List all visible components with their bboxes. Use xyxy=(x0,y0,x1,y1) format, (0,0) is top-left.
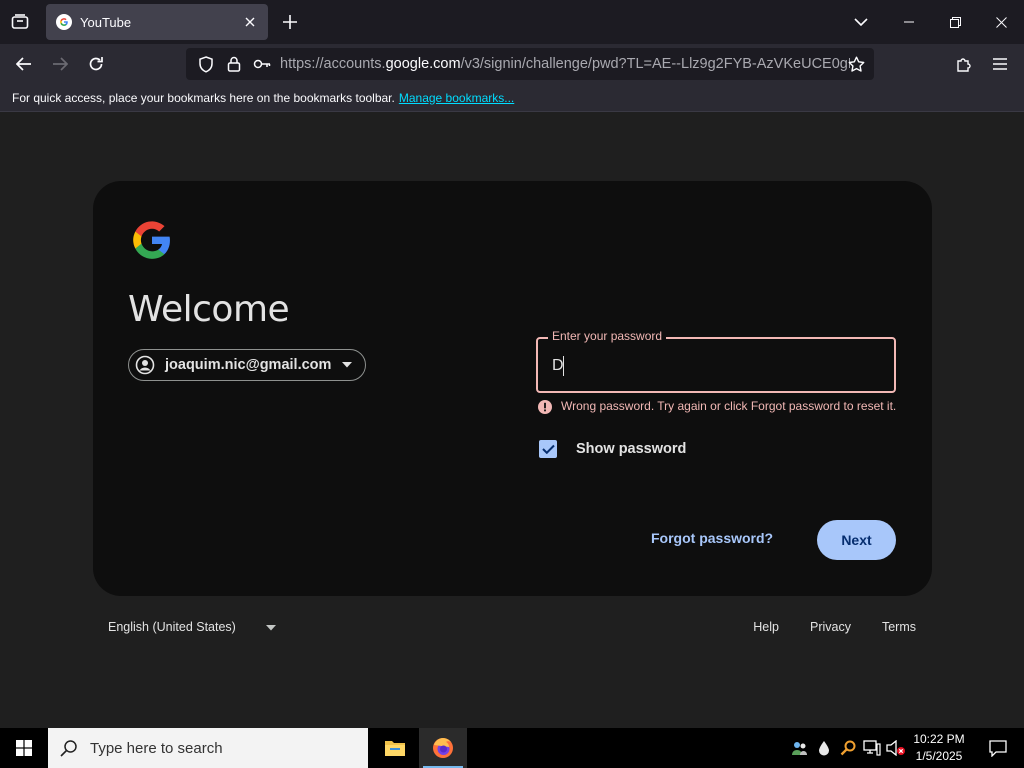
show-password-checkbox[interactable] xyxy=(539,440,557,458)
caret-down-icon xyxy=(265,620,276,634)
url-prefix: https://accounts. xyxy=(280,56,386,72)
bookmarks-toolbar: For quick access, place your bookmarks h… xyxy=(0,84,1024,112)
tab-title: YouTube xyxy=(80,14,132,30)
signin-card: Welcome joaquim.nic@gmail.com Enter your… xyxy=(93,181,932,596)
error-text: Wrong password. Try again or click Forgo… xyxy=(561,399,897,413)
taskbar-search-box[interactable]: Type here to search xyxy=(48,728,368,768)
chevron-down-icon xyxy=(854,18,868,26)
key-icon[interactable] xyxy=(250,52,274,76)
url-host: google.com xyxy=(385,56,461,72)
account-chooser-chip[interactable]: joaquim.nic@gmail.com xyxy=(128,349,367,381)
search-magnifier-icon[interactable] xyxy=(836,728,860,768)
tracking-protection-shield-icon[interactable] xyxy=(194,52,218,76)
forward-button[interactable] xyxy=(46,50,74,78)
minimize-icon xyxy=(904,21,914,23)
app-menu-button[interactable] xyxy=(986,50,1014,78)
people-app-icon[interactable] xyxy=(788,728,812,768)
reload-icon xyxy=(89,57,103,71)
close-icon xyxy=(995,16,1007,28)
network-icon[interactable] xyxy=(860,728,884,768)
hamburger-menu-icon xyxy=(993,58,1007,70)
lock-icon[interactable] xyxy=(222,52,246,76)
browser-tab-bar: YouTube xyxy=(0,0,1024,44)
windows-logo-icon xyxy=(16,740,32,756)
close-tab-icon[interactable] xyxy=(240,12,260,32)
tab-overview-icon xyxy=(11,14,29,29)
plus-icon xyxy=(283,15,297,29)
tab-list-button[interactable] xyxy=(8,10,32,34)
error-icon xyxy=(538,400,552,414)
url-path: /v3/signin/challenge/pwd?TL=AE--Llz9g2FY… xyxy=(460,56,850,72)
google-g-icon xyxy=(56,14,72,30)
page-title: Welcome xyxy=(128,289,290,330)
taskbar-file-explorer[interactable] xyxy=(371,728,419,768)
account-circle-icon xyxy=(135,355,155,375)
close-window-button[interactable] xyxy=(978,0,1024,44)
bookmarks-message: For quick access, place your bookmarks h… xyxy=(12,90,395,105)
system-tray xyxy=(788,728,908,768)
forgot-password-link[interactable]: Forgot password? xyxy=(651,530,773,546)
action-center-button[interactable] xyxy=(978,728,1018,768)
navigation-toolbar: https://accounts.google.com/v3/signin/ch… xyxy=(0,44,1024,84)
footer-links: Help Privacy Terms xyxy=(722,620,916,634)
account-email: joaquim.nic@gmail.com xyxy=(165,357,332,373)
language-label: English (United States) xyxy=(108,620,236,634)
google-logo-icon xyxy=(131,219,173,261)
manage-bookmarks-link[interactable]: Manage bookmarks... xyxy=(399,91,514,105)
password-input[interactable] xyxy=(552,353,872,379)
footer-link-help[interactable]: Help xyxy=(753,620,779,634)
show-password-option[interactable]: Show password xyxy=(539,440,686,458)
checkmark-icon xyxy=(541,444,555,454)
footer-link-terms[interactable]: Terms xyxy=(882,620,916,634)
password-field[interactable]: Enter your password xyxy=(536,329,896,393)
water-drop-icon[interactable] xyxy=(812,728,836,768)
back-button[interactable] xyxy=(10,50,38,78)
next-button[interactable]: Next xyxy=(817,520,896,560)
restore-button[interactable] xyxy=(932,0,978,44)
caret-down-icon xyxy=(341,362,353,368)
password-field-label: Enter your password xyxy=(548,329,667,343)
language-selector[interactable]: English (United States) xyxy=(108,620,276,634)
arrow-left-icon xyxy=(16,57,31,71)
taskbar-firefox[interactable] xyxy=(419,728,467,768)
search-icon xyxy=(60,740,77,757)
reload-button[interactable] xyxy=(82,50,110,78)
firefox-icon xyxy=(433,738,453,758)
footer-link-privacy[interactable]: Privacy xyxy=(810,620,851,634)
url-text: https://accounts.google.com/v3/signin/ch… xyxy=(280,56,850,72)
taskbar-clock[interactable]: 10:22 PM 1/5/2025 xyxy=(904,731,974,765)
puzzle-piece-icon xyxy=(957,58,971,72)
minimize-button[interactable] xyxy=(886,0,932,44)
address-bar[interactable]: https://accounts.google.com/v3/signin/ch… xyxy=(186,48,874,80)
extensions-button[interactable] xyxy=(950,50,978,78)
taskbar-search-placeholder: Type here to search xyxy=(90,739,223,757)
password-error-message: Wrong password. Try again or click Forgo… xyxy=(537,398,897,415)
restore-icon xyxy=(949,16,961,28)
list-all-tabs-button[interactable] xyxy=(848,0,874,44)
bookmark-star-icon[interactable] xyxy=(844,52,868,76)
arrow-right-icon xyxy=(53,57,68,71)
text-cursor xyxy=(563,356,564,376)
show-password-label[interactable]: Show password xyxy=(576,441,686,457)
clock-time: 10:22 PM xyxy=(913,732,965,746)
new-tab-button[interactable] xyxy=(278,10,302,34)
start-button[interactable] xyxy=(0,728,48,768)
clock-date: 1/5/2025 xyxy=(915,749,963,763)
folder-icon xyxy=(385,741,405,756)
tab-youtube[interactable]: YouTube xyxy=(46,4,268,40)
windows-taskbar: Type here to search 10:22 PM 1/5/2025 xyxy=(0,728,1024,768)
notification-icon xyxy=(989,739,1007,757)
